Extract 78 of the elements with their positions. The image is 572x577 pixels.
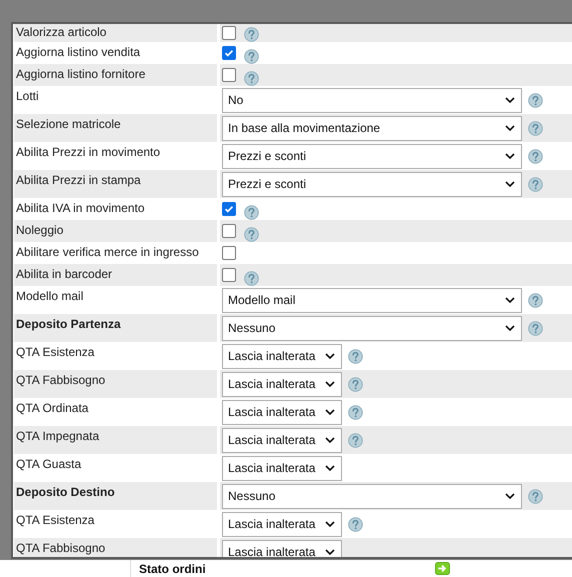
field-label: QTA Fabbisogno — [14, 538, 217, 557]
field-label: Noleggio — [14, 220, 217, 242]
field-label: Modello mail — [15, 288, 84, 305]
field-label: QTA Guasta — [15, 456, 82, 473]
help-icon[interactable] — [244, 70, 259, 86]
field-label: Abilitare verifica merce in ingresso — [15, 244, 200, 261]
field-label: Aggiorna listino vendita — [15, 44, 142, 61]
help-icon[interactable] — [244, 270, 259, 286]
chevron-icon — [325, 549, 335, 555]
chevron-icon — [505, 181, 515, 187]
checkmark-icon — [223, 47, 235, 59]
dropdown[interactable]: Prezzi e sconti — [222, 172, 522, 196]
help-icon[interactable] — [528, 148, 543, 164]
chevron-icon — [325, 353, 335, 359]
help-icon[interactable] — [528, 320, 543, 336]
chevron-icon — [325, 381, 335, 387]
help-icon[interactable] — [528, 120, 543, 136]
chevron-icon — [325, 521, 335, 527]
field-label: Deposito Destino — [14, 482, 217, 510]
chevron-icon — [505, 97, 515, 103]
field-label: Valorizza articolo — [14, 24, 217, 42]
help-icon[interactable] — [348, 376, 363, 392]
dropdown[interactable]: Lascia inalterata — [222, 344, 342, 368]
dropdown[interactable]: Lascia inalterata — [222, 540, 342, 557]
checkbox[interactable] — [222, 202, 236, 216]
chevron-icon — [325, 437, 335, 443]
help-icon[interactable] — [528, 488, 543, 504]
field-label: Abilita Prezzi in movimento — [15, 144, 162, 161]
dropdown[interactable]: Nessuno — [222, 484, 522, 508]
help-icon[interactable] — [244, 26, 259, 42]
chevron-icon — [505, 493, 515, 499]
help-icon[interactable] — [528, 176, 543, 192]
field-label: QTA Impegnata — [14, 426, 217, 454]
help-icon[interactable] — [528, 92, 543, 108]
field-label: QTA Esistenza — [15, 512, 96, 529]
field-label: QTA Ordinata — [15, 400, 90, 417]
field-label: Abilita in barcoder — [14, 264, 217, 286]
dropdown[interactable]: Prezzi e sconti — [222, 144, 522, 168]
help-icon[interactable] — [528, 292, 543, 308]
checkbox[interactable] — [222, 268, 236, 282]
dropdown[interactable]: Lascia inalterata — [222, 428, 342, 452]
field-label: Deposito Partenza — [14, 314, 217, 342]
dropdown[interactable]: No — [222, 88, 522, 112]
dropdown[interactable]: In base alla movimentazione — [222, 116, 522, 140]
checkmark-icon — [223, 203, 235, 215]
checkbox[interactable] — [222, 224, 236, 238]
section-label: Stato ordini — [139, 562, 207, 576]
dropdown[interactable]: Lascia inalterata — [222, 372, 342, 396]
help-icon[interactable] — [348, 404, 363, 420]
help-icon[interactable] — [244, 204, 259, 220]
checkbox[interactable] — [222, 46, 236, 60]
dropdown[interactable]: Lascia inalterata — [222, 400, 342, 424]
help-icon[interactable] — [244, 226, 259, 242]
help-icon[interactable] — [348, 348, 363, 364]
dropdown[interactable]: Lascia inalterata — [222, 456, 342, 480]
checkbox[interactable] — [222, 246, 236, 260]
checkbox[interactable] — [222, 68, 236, 82]
field-label: Lotti — [15, 88, 40, 105]
chevron-icon — [505, 325, 515, 331]
chevron-icon — [505, 297, 515, 303]
chevron-icon — [505, 125, 515, 131]
chevron-icon — [325, 465, 335, 471]
help-icon[interactable] — [348, 432, 363, 448]
field-label: QTA Esistenza — [15, 344, 96, 361]
help-icon[interactable] — [348, 516, 363, 532]
help-icon[interactable] — [244, 48, 259, 64]
field-label: Aggiorna listino fornitore — [14, 64, 217, 86]
field-label: Abilita Prezzi in stampa — [14, 170, 217, 198]
dropdown[interactable]: Modello mail — [222, 288, 522, 312]
chevron-icon — [325, 409, 335, 415]
field-label: QTA Fabbisogno — [14, 370, 217, 398]
field-label: Selezione matricole — [14, 114, 217, 142]
arrow-right-icon[interactable] — [435, 562, 450, 575]
checkbox[interactable] — [222, 26, 236, 40]
chevron-icon — [505, 153, 515, 159]
field-label: Abilita IVA in movimento — [15, 200, 146, 217]
dropdown[interactable]: Nessuno — [222, 316, 522, 340]
dropdown[interactable]: Lascia inalterata — [222, 512, 342, 536]
